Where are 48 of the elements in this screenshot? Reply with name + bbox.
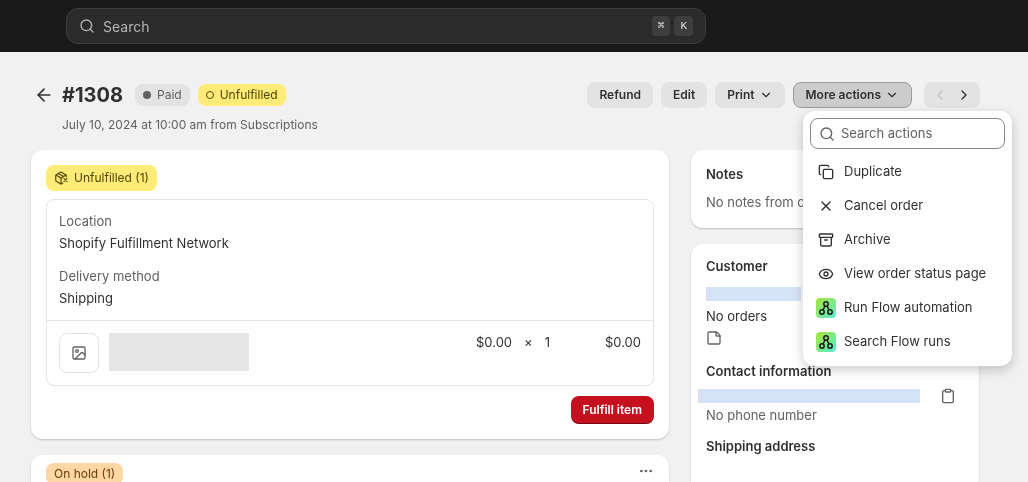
shortcut-key: K	[674, 15, 693, 37]
field-label: Delivery method	[59, 267, 161, 286]
search-bar[interactable]: Search ⌘ K	[66, 8, 706, 44]
customer-title: Customer	[706, 257, 768, 276]
notes-title: Notes	[706, 165, 744, 184]
phone-text: No phone number	[706, 405, 817, 425]
image-icon	[71, 345, 87, 361]
contact-title: Contact information	[706, 362, 832, 381]
unfulfilled-badge: Unfulfilled (1)	[46, 165, 157, 191]
search-field[interactable]: Search	[103, 15, 644, 37]
unit-price: $0.00	[476, 333, 513, 352]
quantity: 1	[544, 333, 550, 352]
action-button[interactable]: Edit	[661, 82, 708, 108]
line-total: $0.00	[604, 333, 641, 352]
search-icon	[819, 125, 835, 142]
flow-icon	[816, 298, 836, 318]
on-hold-badge: On hold (1)	[46, 463, 124, 482]
menu-item[interactable]: Archive	[810, 223, 1005, 257]
action-button[interactable]: More actions	[792, 82, 912, 108]
menu-item[interactable]: Run Flow automation	[810, 291, 1005, 325]
order-title: #1308	[62, 82, 123, 109]
clipboard-icon[interactable]	[940, 387, 956, 404]
search-actions-box[interactable]: Search actions	[810, 118, 1005, 149]
order-subtitle: July 10, 2024 at 10:00 am from Subscriptions	[61, 116, 318, 134]
field-value: Shipping	[59, 288, 114, 308]
field-label: Location	[59, 212, 113, 231]
menu-item[interactable]: Duplicate	[810, 155, 1005, 189]
menu-item[interactable]: Search Flow runs	[810, 325, 1005, 359]
package-icon	[54, 171, 68, 185]
action-button[interactable]: Print	[715, 82, 785, 108]
archive-icon	[818, 232, 834, 248]
customer-orders: No orders	[706, 306, 767, 326]
shipping-address-title: Shipping address	[706, 437, 816, 456]
eye-icon	[818, 266, 834, 282]
shortcut-key: ⌘	[651, 15, 671, 37]
search-actions-field[interactable]: Search actions	[841, 123, 996, 144]
duplicate-icon	[818, 164, 834, 180]
flow-icon	[816, 332, 836, 352]
search-icon	[79, 18, 95, 34]
fulfill-item-button[interactable]: Fulfill item	[570, 396, 654, 424]
action-button[interactable]: Refund	[587, 82, 653, 108]
menu-item[interactable]: View order status page	[810, 257, 1005, 291]
menu-item[interactable]: Cancel order	[810, 189, 1005, 223]
times-sign: ×	[524, 333, 533, 352]
fulfillment-status-badge: Unfulfilled	[197, 84, 286, 106]
note-icon	[706, 330, 722, 346]
payment-status-badge: Paid	[135, 84, 190, 106]
field-value: Shopify Fulfillment Network	[59, 233, 230, 253]
